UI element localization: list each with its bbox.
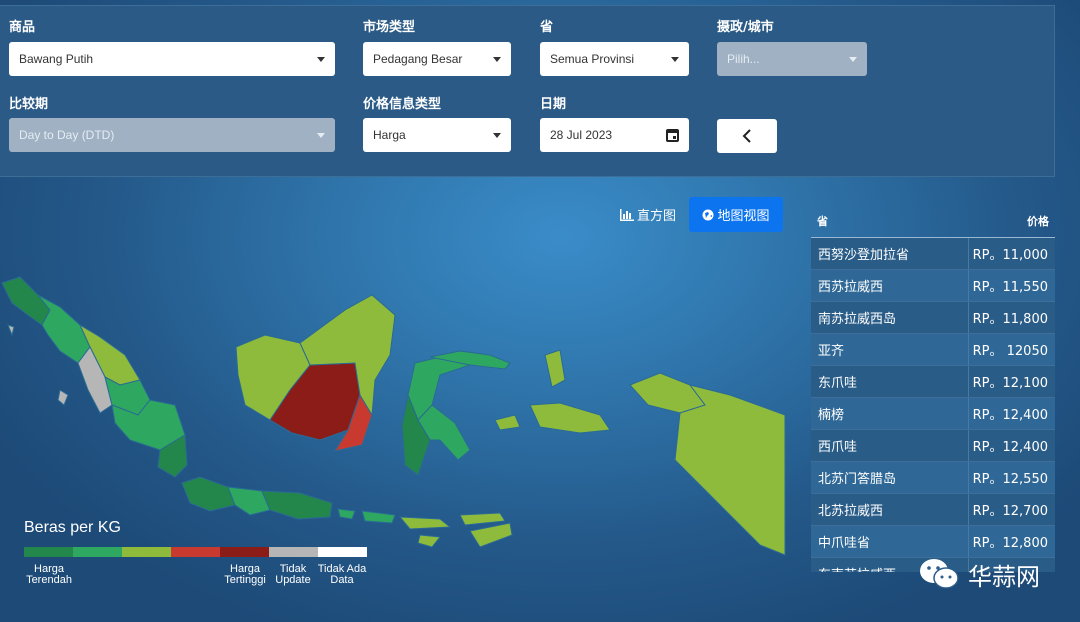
- table-row[interactable]: 西爪哇 RP。12,400: [811, 430, 1055, 462]
- cell-price: RP。11,550: [972, 280, 1048, 295]
- commodity-label: 商品: [9, 20, 36, 35]
- cell-price: RP。12,800: [972, 536, 1048, 551]
- province-value: Semua Provinsi: [550, 52, 635, 66]
- chevron-down-icon: [317, 56, 325, 62]
- legend-bar: [24, 547, 367, 557]
- city-label: 摄政/城市: [717, 20, 774, 35]
- back-button[interactable]: [717, 119, 777, 153]
- market-type-label: 市场类型: [363, 20, 416, 35]
- legend-swatch: [318, 547, 367, 557]
- table-row[interactable]: 楠榜 RP。12,400: [811, 398, 1055, 430]
- legend-swatch: [24, 547, 73, 557]
- bar-chart-icon: [620, 208, 634, 221]
- cell-price: RP。 12050: [972, 344, 1048, 359]
- price-table: 省 价格 西努沙登加拉省 RP。11,000 西苏拉威西 RP。11,550 南苏拉威西…: [811, 204, 1055, 572]
- table-row[interactable]: 西苏拉威西 RP。11,550: [811, 270, 1055, 302]
- chevron-down-icon: [493, 56, 501, 62]
- map-region-papua[interactable]: [674, 384, 786, 556]
- compare-label: 比较期: [9, 97, 49, 112]
- legend-swatch: [73, 547, 122, 557]
- cell-price: RP。11,000: [972, 248, 1048, 263]
- legend-title: Beras per KG: [24, 519, 121, 536]
- chevron-down-icon: [493, 132, 501, 138]
- legend-swatch: [220, 547, 269, 557]
- cell-province: 北苏拉威西: [811, 494, 969, 525]
- compare-select[interactable]: Day to Day (DTD): [9, 118, 335, 152]
- date-input[interactable]: 28 Jul 2023: [540, 118, 689, 152]
- table-row[interactable]: 亚齐 RP。 12050: [811, 334, 1055, 366]
- commodity-value: Bawang Putih: [19, 52, 94, 66]
- table-row[interactable]: 东爪哇 RP。12,100: [811, 366, 1055, 398]
- calendar-icon[interactable]: [666, 128, 679, 142]
- chevron-down-icon: [671, 56, 679, 62]
- province-label: 省: [540, 20, 554, 35]
- city-select[interactable]: Pilih...: [717, 42, 867, 76]
- map-region-bali-nusa[interactable]: [337, 508, 396, 524]
- cell-price: RP。12,700: [972, 504, 1048, 519]
- cell-province: 中爪哇省: [811, 526, 969, 557]
- header-province: 省: [817, 214, 828, 228]
- map-region-maluku[interactable]: [494, 349, 611, 434]
- cell-price: RP。12,550: [972, 472, 1048, 487]
- cell-province: 南苏拉威西岛: [811, 302, 969, 333]
- province-select[interactable]: Semua Provinsi: [540, 42, 689, 76]
- legend-label-no-data: Tidak Ada Data: [317, 563, 367, 586]
- legend-label-low: Harga Terendah: [26, 563, 72, 586]
- cell-province: 西爪哇: [811, 430, 969, 461]
- cell-province: 楠榜: [811, 398, 969, 429]
- map-region-west-java[interactable]: [181, 476, 236, 512]
- table-row[interactable]: 西努沙登加拉省 RP。11,000: [811, 238, 1055, 270]
- histogram-view-label: 直方图: [637, 209, 677, 224]
- map-region-west-papua[interactable]: [629, 372, 706, 414]
- legend-swatch: [122, 547, 171, 557]
- chevron-down-icon: [317, 132, 325, 138]
- date-value: 28 Jul 2023: [550, 128, 613, 142]
- legend-swatch: [171, 547, 220, 557]
- date-label: 日期: [540, 97, 567, 112]
- watermark: 华蒜网: [918, 554, 1058, 594]
- legend-label-high: Harga Tertinggi: [224, 563, 266, 586]
- table-row[interactable]: 北苏拉威西 RP。12,700: [811, 494, 1055, 526]
- compare-value: Day to Day (DTD): [19, 128, 115, 142]
- city-placeholder: Pilih...: [727, 52, 760, 66]
- market-type-value: Pedagang Besar: [373, 52, 463, 66]
- table-header: 省 价格: [811, 204, 1055, 238]
- legend-swatch: [269, 547, 318, 557]
- map-region-ntt[interactable]: [398, 512, 513, 548]
- legend-label-no-update: Tidak Update: [275, 563, 311, 586]
- watermark-text: 华蒜网: [968, 562, 1040, 591]
- market-type-select[interactable]: Pedagang Besar: [363, 42, 511, 76]
- cell-province: 西苏拉威西: [811, 270, 969, 301]
- cell-province: 西努沙登加拉省: [811, 238, 969, 269]
- header-price: 价格: [1027, 214, 1049, 228]
- cell-price: RP。11,800: [972, 312, 1048, 327]
- cell-price: RP。12,400: [972, 440, 1048, 455]
- wechat-icon: [920, 559, 959, 589]
- price-type-select[interactable]: Harga: [363, 118, 511, 152]
- chevron-down-icon: [849, 56, 857, 62]
- cell-price: RP。12,400: [972, 408, 1048, 423]
- map-view-label: 地图视图: [717, 209, 770, 224]
- chevron-left-icon: [742, 129, 751, 143]
- price-type-value: Harga: [373, 128, 406, 142]
- globe-icon: [702, 209, 714, 220]
- cell-province: 东爪哇: [811, 366, 969, 397]
- commodity-select[interactable]: Bawang Putih: [9, 42, 335, 76]
- cell-price: RP。12,100: [972, 376, 1048, 391]
- histogram-view-button[interactable]: 直方图: [608, 197, 688, 232]
- price-type-label: 价格信息类型: [363, 97, 442, 112]
- table-row[interactable]: 北苏门答腊岛 RP。12,550: [811, 462, 1055, 494]
- map-view-button[interactable]: 地图视图: [689, 197, 783, 232]
- table-row[interactable]: 南苏拉威西岛 RP。11,800: [811, 302, 1055, 334]
- map-region-east-java[interactable]: [261, 490, 333, 520]
- cell-province: 亚齐: [811, 334, 969, 365]
- cell-province: 北苏门答腊岛: [811, 462, 969, 493]
